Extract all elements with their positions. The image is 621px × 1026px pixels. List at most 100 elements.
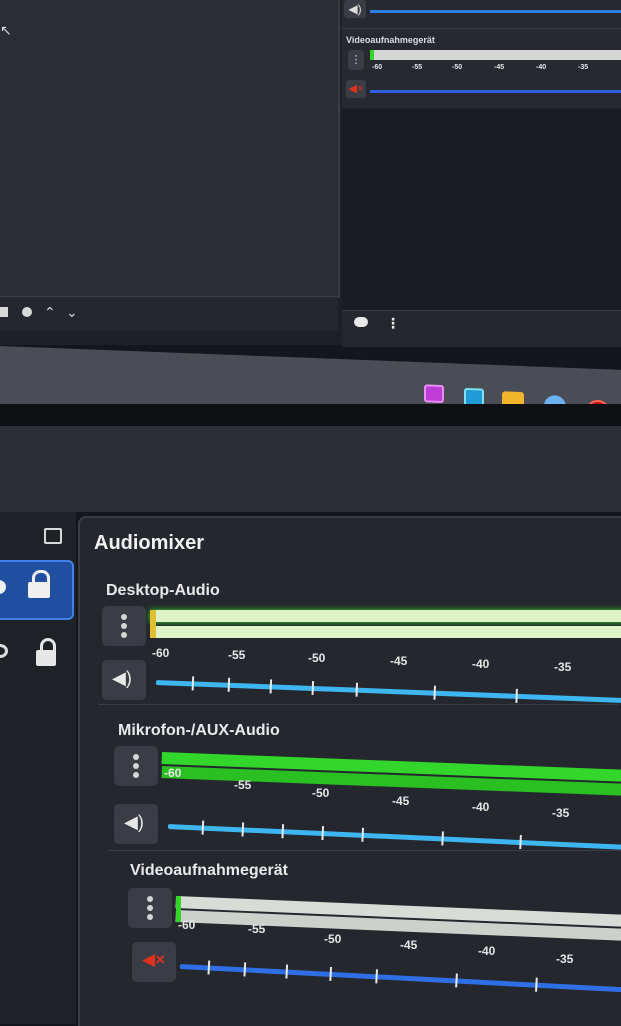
link-icon[interactable] [354, 317, 368, 327]
fader-tick [241, 822, 245, 837]
scale-label: -40 [472, 800, 490, 814]
channel-separator [98, 704, 618, 705]
scale-label: -55 [234, 778, 252, 792]
mini-mixer-empty-area [342, 110, 621, 310]
scale-label: -35 [552, 806, 570, 820]
muted-speaker-icon: ◀× [142, 950, 166, 969]
scale-label: -45 [400, 938, 418, 952]
speaker-icon: ◀) [124, 812, 144, 832]
fader-tick [281, 824, 285, 839]
fader-tick [207, 960, 211, 975]
db-scale: -60 -55 -50 -45 -40 -35 [152, 646, 621, 674]
fader-tick [329, 966, 333, 981]
channel-desktop-audio: Desktop-Audio -60 -55 -50 -45 -40 -35 ◀) [98, 576, 621, 706]
volume-meter [150, 610, 621, 622]
mini-audiomixer: ◀) Videoaufnahmegerät ⋮ -60 -55 -50 -45 … [342, 0, 621, 108]
fader-tick [375, 969, 378, 984]
move-down-icon[interactable]: ⌄ [66, 305, 80, 319]
menu-dots-icon[interactable]: ⋮ [348, 50, 364, 70]
scale-label: -60 [164, 766, 182, 780]
move-up-icon[interactable]: ⌃ [44, 305, 58, 319]
image-viewer-icon[interactable] [424, 384, 444, 404]
scale-label: -50 [308, 651, 326, 665]
channel-video-capture: Videoaufnahmegerät -60 -55 -50 -45 -40 -… [98, 858, 621, 998]
scale-label: -50 [452, 64, 463, 71]
fader-tick [433, 685, 436, 700]
cursor-icon: ↖ [0, 22, 12, 38]
popout-icon[interactable] [44, 528, 62, 544]
channel-menu-button[interactable] [102, 606, 146, 646]
fader-tick [201, 820, 205, 835]
scale-label: -55 [228, 648, 246, 662]
fader-tick [441, 831, 444, 846]
volume-fader[interactable] [370, 90, 621, 93]
db-scale: -60 -55 -50 -45 -40 -35 [178, 918, 621, 966]
volume-meter [370, 50, 621, 60]
menu-dots-icon [133, 754, 139, 781]
scale-label: -45 [494, 64, 505, 71]
scale-label: -45 [392, 794, 410, 808]
scale-label: -50 [312, 786, 330, 800]
fader-tick [191, 676, 195, 691]
volume-meter [150, 626, 621, 638]
fader-tick [311, 680, 315, 696]
fader-tick [361, 827, 365, 842]
fader-tick [269, 679, 273, 694]
scale-label: -35 [556, 952, 574, 966]
fader-tick [227, 677, 231, 692]
volume-fader[interactable] [179, 960, 621, 994]
channel-mic-aux-audio: Mikrofon-/AUX-Audio -60 -55 -50 -45 -40 … [98, 718, 621, 852]
scenes-toolbar: ⌃ ⌄ [0, 296, 338, 331]
scale-label: -55 [248, 922, 266, 936]
scale-label: -45 [390, 654, 408, 668]
scale-label: -40 [478, 944, 496, 958]
channel-menu-button[interactable] [114, 746, 158, 786]
volume-fader[interactable] [155, 676, 621, 704]
scale-label: -35 [554, 660, 572, 674]
fader-tick [321, 825, 325, 841]
mute-button[interactable]: ◀× [132, 942, 176, 982]
scale-label: -50 [324, 932, 342, 946]
speaker-icon[interactable]: ◀) [344, 0, 366, 18]
fader-tick [243, 962, 247, 977]
visibility-eye-icon[interactable] [0, 644, 8, 658]
channel-name: Videoaufnahmegerät [130, 862, 288, 879]
remove-icon[interactable] [0, 307, 8, 317]
volume-fader[interactable] [167, 820, 621, 851]
source-row[interactable] [0, 624, 72, 680]
mute-button[interactable]: ◀) [102, 660, 146, 700]
menu-dots-icon[interactable]: ⋮ [386, 315, 400, 332]
fader-tick [455, 973, 458, 988]
scale-label: -60 [178, 918, 196, 932]
menu-dots-icon [121, 614, 127, 641]
source-row-selected[interactable] [0, 560, 74, 620]
visibility-eye-icon[interactable] [0, 580, 6, 594]
db-scale: -60 -55 -50 -45 -40 -35 [164, 766, 621, 820]
fader-tick [285, 964, 289, 979]
settings-icon[interactable] [22, 307, 32, 317]
mute-button[interactable]: ◀) [114, 804, 158, 844]
lock-shackle [40, 638, 56, 653]
scale-label: -40 [536, 64, 547, 71]
channel-name: Desktop-Audio [106, 582, 220, 599]
sources-panel [0, 512, 76, 1024]
audiomixer-panel: Audiomixer Desktop-Audio -60 -55 -50 -45… [78, 516, 621, 1026]
menu-dots-icon [147, 896, 153, 923]
volume-fader[interactable] [370, 10, 621, 13]
mini-scale: -60 -55 -50 -45 -40 -35 [372, 64, 621, 76]
mini-separator [342, 28, 621, 29]
panel-title: Audiomixer [94, 532, 205, 554]
monitor-bezel [0, 404, 621, 426]
scale-label: -60 [372, 64, 383, 71]
channel-menu-button[interactable] [128, 888, 172, 928]
scale-label: -35 [578, 64, 589, 71]
mixer-toolbar: ⋮ [342, 310, 621, 347]
fader-tick [355, 682, 359, 697]
mini-channel-name: Videoaufnahmegerät [346, 35, 435, 45]
meter-peak [150, 610, 156, 638]
fader-tick [515, 688, 518, 703]
scale-label: -40 [472, 657, 490, 671]
muted-speaker-icon[interactable]: ◀× [346, 80, 366, 98]
scale-label: -60 [152, 646, 170, 660]
meter-level [370, 50, 374, 60]
